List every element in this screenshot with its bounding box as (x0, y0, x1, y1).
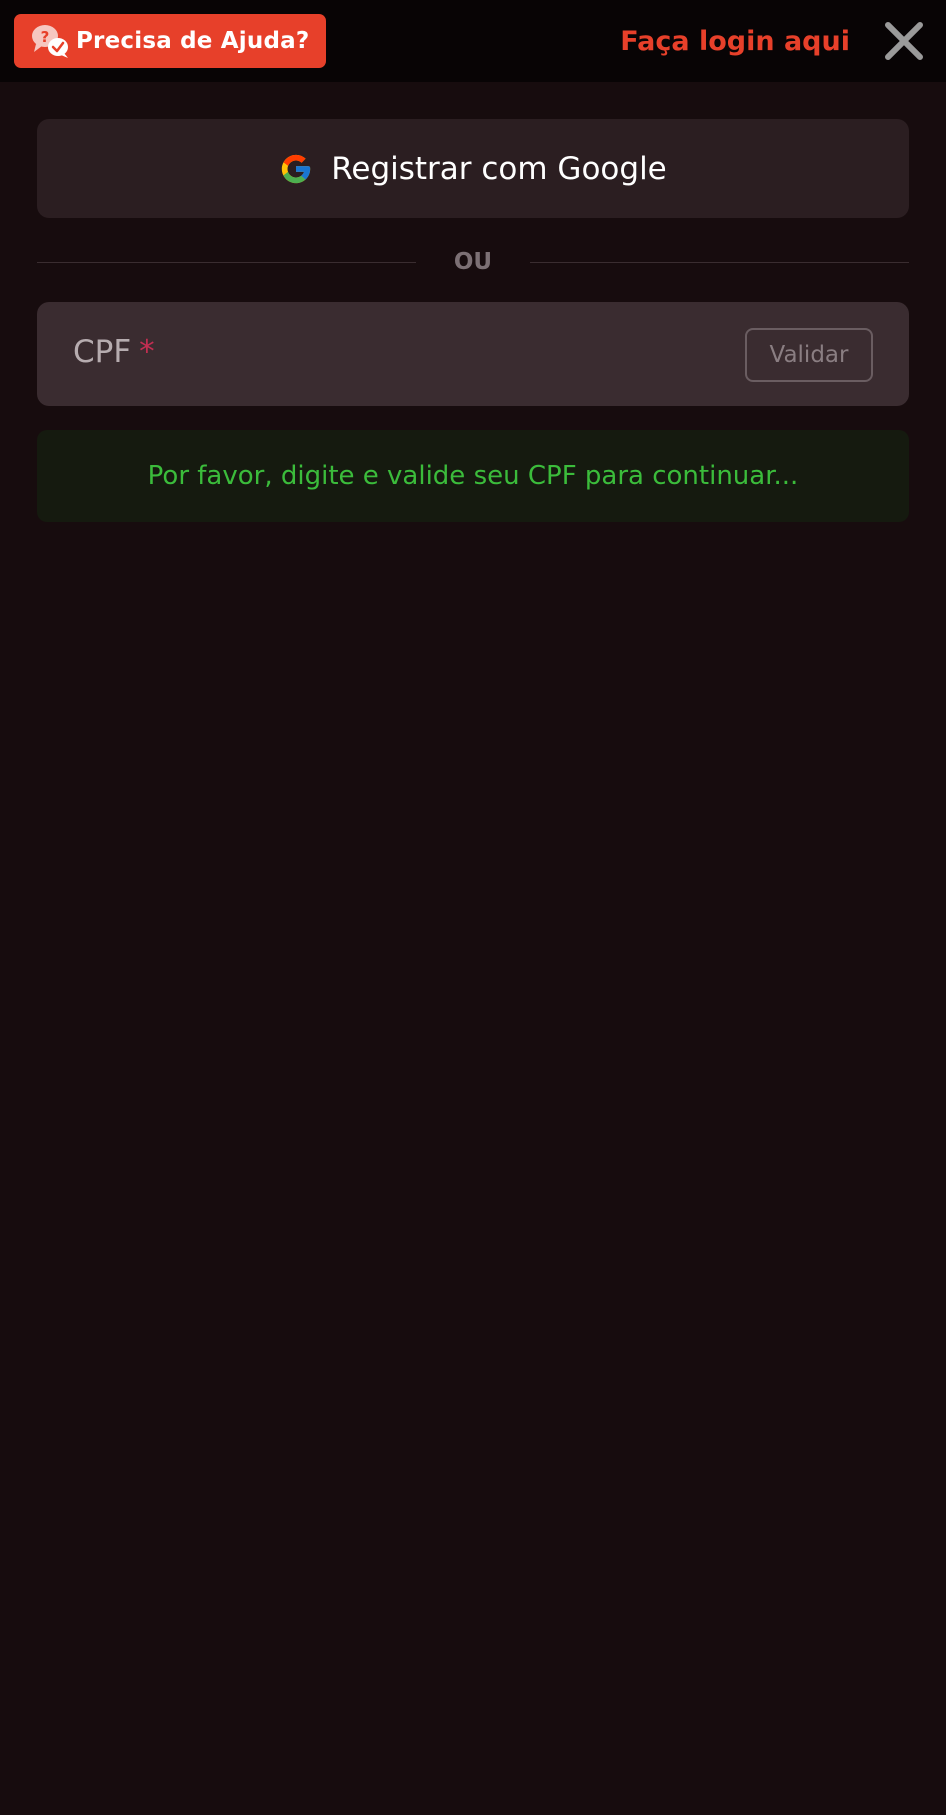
close-icon[interactable] (884, 20, 924, 62)
google-register-label: Registrar com Google (331, 150, 667, 187)
validate-button[interactable]: Validar (745, 328, 873, 382)
login-link[interactable]: Faça login aqui (620, 22, 850, 62)
top-bar: ? Precisa de Ajuda? Faça login aqui (0, 0, 946, 82)
google-register-button[interactable]: Registrar com Google (37, 119, 909, 218)
notice-text: Por favor, digite e valide seu CPF para … (147, 461, 799, 491)
chat-question-icon: ? (32, 25, 68, 58)
google-icon (282, 154, 311, 183)
or-divider: OU (37, 244, 909, 280)
svg-text:?: ? (41, 28, 50, 46)
help-button[interactable]: ? Precisa de Ajuda? (14, 14, 326, 68)
cpf-notice: Por favor, digite e valide seu CPF para … (37, 430, 909, 522)
divider-line-right (530, 262, 909, 263)
cpf-input[interactable] (37, 302, 737, 406)
help-button-label: Precisa de Ajuda? (76, 28, 310, 54)
cpf-field[interactable]: CPF * Validar (37, 302, 909, 406)
